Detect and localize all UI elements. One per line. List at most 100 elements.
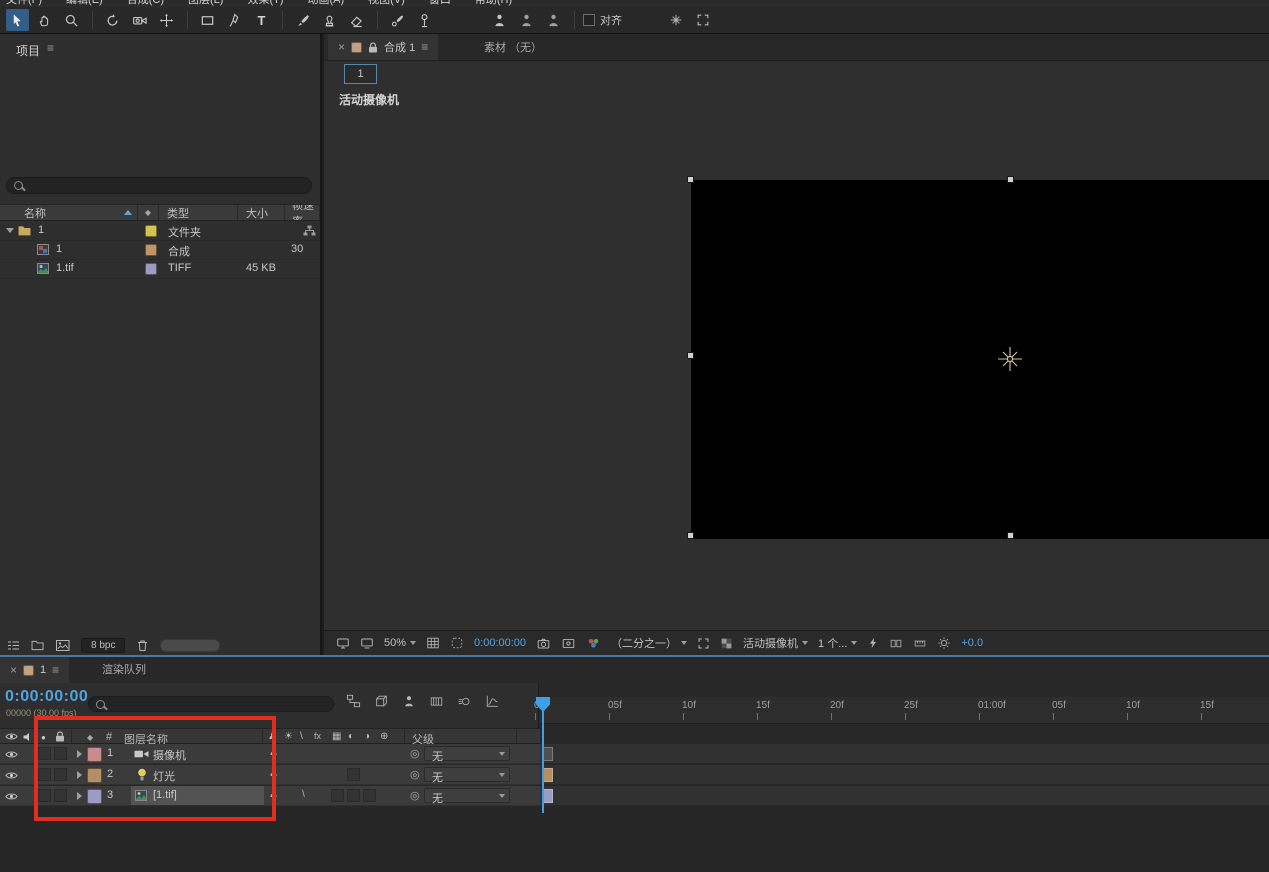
column-label-icon[interactable]: ◆ (138, 205, 159, 220)
draft-3d-icon[interactable] (374, 694, 389, 708)
column-size[interactable]: 大小 (238, 205, 285, 220)
delete-icon[interactable] (136, 639, 149, 652)
pixel-aspect-icon[interactable] (889, 637, 903, 650)
graph-editor-icon[interactable] (485, 694, 500, 708)
project-panel-tab[interactable]: 项目 (16, 42, 40, 59)
rectangle-tool-button[interactable] (196, 9, 219, 31)
close-icon[interactable]: × (338, 40, 345, 54)
parent-pickwhip-icon[interactable]: ◎ (410, 789, 420, 802)
menu-animation[interactable]: 动画(A) (308, 0, 345, 7)
frame-blending-icon[interactable] (429, 695, 444, 708)
twirl-down-icon[interactable] (6, 228, 14, 233)
show-channels-icon[interactable] (586, 636, 601, 650)
footage-tab[interactable]: 素材 （无） (474, 34, 552, 60)
column-type[interactable]: 类型 (159, 205, 238, 220)
hide-shy-layers-icon[interactable] (402, 694, 416, 708)
panel-menu-icon[interactable]: ≡ (421, 40, 428, 54)
roto-brush-tool-button[interactable] (386, 9, 409, 31)
fast-previews-icon[interactable] (867, 636, 879, 650)
timeline-search-box[interactable] (88, 696, 334, 712)
composition-tab[interactable]: × 合成 1 ≡ (328, 34, 438, 60)
motion-blur-icon[interactable] (457, 695, 472, 708)
current-timecode[interactable]: 0:00:00:00 (5, 688, 88, 706)
selection-tool-button[interactable] (6, 9, 29, 31)
always-preview-icon[interactable] (336, 637, 350, 650)
brush-tool-button[interactable] (291, 9, 314, 31)
quality-switch-icon[interactable]: \ (300, 731, 303, 742)
snapshot-camera-icon[interactable] (536, 637, 551, 650)
view-layout-dropdown[interactable]: 1 个... (818, 635, 857, 651)
unified-camera-tool-button[interactable] (128, 9, 151, 31)
quality-toggle[interactable]: \ (302, 789, 305, 800)
project-row-folder[interactable]: 1 文件夹 (0, 221, 320, 241)
frame-blend-switch-icon[interactable]: ▦ (332, 731, 341, 742)
menu-view[interactable]: 视图(V) (368, 0, 405, 7)
eye-icon[interactable] (5, 750, 18, 759)
eye-icon[interactable] (5, 771, 18, 780)
light-wireframe-icon[interactable] (997, 346, 1023, 372)
close-icon[interactable]: × (10, 663, 17, 677)
exposure-value[interactable]: +0.0 (961, 637, 983, 649)
menu-help[interactable]: 帮助(H) (475, 0, 512, 7)
project-search-box[interactable] (6, 177, 312, 194)
track-lane-footage[interactable] (540, 786, 1269, 806)
selection-handle[interactable] (687, 532, 694, 539)
track-lane-camera[interactable] (540, 744, 1269, 764)
adjustment-switch-icon[interactable]: ◑ (364, 731, 370, 742)
primary-viewer-icon[interactable] (360, 637, 374, 650)
parent-pickwhip-icon[interactable]: ◎ (410, 768, 420, 781)
audio-column-icon[interactable] (23, 732, 33, 742)
resolution-dropdown[interactable]: （二分之一） (611, 635, 687, 651)
color-depth-button[interactable]: 8 bpc (81, 638, 125, 653)
world-axis-mode-button[interactable] (515, 9, 538, 31)
timeline-composition-tab[interactable]: × 1 ≡ (0, 657, 69, 683)
mask-visibility-icon[interactable] (450, 636, 464, 650)
render-queue-tab[interactable]: 渲染队列 (102, 657, 146, 683)
motion-blur-toggle[interactable] (347, 789, 360, 802)
region-of-interest-icon[interactable] (697, 637, 710, 650)
parent-dropdown[interactable]: 无 (424, 746, 510, 761)
grid-guides-icon[interactable] (426, 636, 440, 650)
track-lane-light[interactable] (540, 765, 1269, 785)
puppet-pin-tool-button[interactable] (413, 9, 436, 31)
adjustment-toggle[interactable] (363, 789, 376, 802)
menu-file[interactable]: 文件(F) (6, 0, 42, 7)
project-row-footage[interactable]: 1.tif TIFF 45 KB (0, 259, 320, 279)
view-axis-mode-button[interactable] (542, 9, 565, 31)
column-name[interactable]: 名称 (0, 205, 138, 220)
selection-handle[interactable] (687, 176, 694, 183)
toolbar-star-button[interactable] (664, 9, 687, 31)
eye-icon[interactable] (5, 792, 18, 801)
menu-layer[interactable]: 图层(L) (188, 0, 223, 7)
video-column-icon[interactable] (5, 732, 18, 741)
playhead-line[interactable] (542, 697, 544, 813)
lock-icon[interactable] (368, 42, 378, 53)
show-snapshot-icon[interactable] (561, 637, 576, 650)
collapse-switch-icon[interactable]: ☀ (284, 731, 293, 742)
column-framerate[interactable]: 帧速率 (285, 205, 320, 220)
pen-tool-button[interactable] (223, 9, 246, 31)
exposure-reset-icon[interactable] (937, 636, 951, 650)
frame-blend-toggle[interactable] (331, 789, 344, 802)
menu-edit[interactable]: 编辑(E) (66, 0, 103, 7)
new-composition-icon[interactable] (56, 640, 70, 651)
parent-pickwhip-icon[interactable]: ◎ (410, 747, 420, 760)
selection-handle[interactable] (687, 352, 694, 359)
3d-view-dropdown[interactable]: 活动摄像机 (743, 635, 808, 651)
local-axis-mode-button[interactable] (488, 9, 511, 31)
motion-blur-toggle[interactable] (347, 768, 360, 781)
composition-canvas[interactable] (691, 180, 1269, 539)
eraser-tool-button[interactable] (345, 9, 368, 31)
timeline-ruler-icon[interactable] (913, 637, 927, 650)
magnification-dropdown[interactable]: 50% (384, 637, 416, 649)
menu-window[interactable]: 窗口 (429, 0, 451, 7)
effects-switch-icon[interactable]: fx (314, 731, 321, 741)
parent-dropdown[interactable]: 无 (424, 767, 510, 782)
parent-dropdown[interactable]: 无 (424, 788, 510, 803)
label-color-chip[interactable] (145, 225, 157, 237)
zoom-tool-button[interactable] (60, 9, 83, 31)
label-color-chip[interactable] (145, 244, 157, 256)
pan-behind-tool-button[interactable] (155, 9, 178, 31)
interpret-footage-icon[interactable] (7, 640, 20, 651)
menu-effect[interactable]: 效果(T) (247, 0, 283, 7)
